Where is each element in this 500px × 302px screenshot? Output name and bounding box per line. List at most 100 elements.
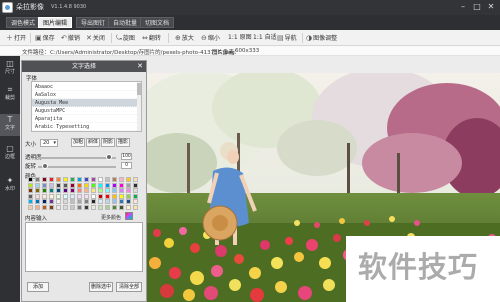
- list-item-selected[interactable]: Augusta Mee: [32, 99, 141, 107]
- color-swatch[interactable]: [42, 177, 47, 182]
- rail-item-border[interactable]: ▢ 边框: [0, 143, 20, 165]
- color-swatch[interactable]: [105, 177, 110, 182]
- color-swatch[interactable]: [91, 182, 96, 188]
- close-image-button[interactable]: ✕关闭: [86, 33, 105, 43]
- text-content-input[interactable]: [25, 222, 143, 272]
- color-swatch[interactable]: [133, 182, 138, 188]
- color-swatch[interactable]: [84, 188, 89, 193]
- color-swatch[interactable]: [105, 204, 110, 210]
- color-swatch[interactable]: [119, 177, 124, 182]
- color-swatch[interactable]: [42, 193, 47, 199]
- tab-image-edit[interactable]: 图片编辑: [38, 17, 73, 28]
- color-swatch[interactable]: [42, 188, 47, 193]
- list-item[interactable]: Aparajita: [32, 115, 141, 123]
- color-swatch[interactable]: [112, 193, 117, 199]
- list-item[interactable]: AugustaMPC: [32, 107, 141, 115]
- color-swatch[interactable]: [91, 177, 96, 182]
- rail-item-text[interactable]: T 文字: [0, 114, 20, 136]
- tab-color-mode[interactable]: 调色模式: [6, 17, 41, 28]
- color-swatch[interactable]: [56, 204, 61, 210]
- rotate-button[interactable]: ⤿旋图: [116, 33, 135, 43]
- color-swatch[interactable]: [35, 204, 40, 210]
- color-swatch[interactable]: [126, 204, 131, 210]
- color-swatch[interactable]: [70, 188, 75, 193]
- italic-button[interactable]: 斜体: [86, 138, 100, 147]
- color-swatch[interactable]: [84, 177, 89, 182]
- color-swatch[interactable]: [42, 182, 47, 188]
- color-swatch[interactable]: [28, 182, 33, 188]
- color-swatch[interactable]: [84, 193, 89, 199]
- color-swatch[interactable]: [49, 199, 54, 204]
- color-swatch[interactable]: [98, 177, 103, 182]
- rotate-value[interactable]: 0: [121, 162, 132, 169]
- color-swatch[interactable]: [28, 204, 33, 210]
- color-swatch[interactable]: [84, 199, 89, 204]
- rail-item-crop[interactable]: ⌗ 裁剪: [0, 84, 20, 106]
- color-swatch[interactable]: [126, 199, 131, 204]
- color-swatch[interactable]: [119, 193, 124, 199]
- bold-button[interactable]: 加粗: [71, 138, 85, 147]
- color-swatch[interactable]: [98, 188, 103, 193]
- color-swatch[interactable]: [91, 199, 96, 204]
- color-swatch[interactable]: [77, 177, 82, 182]
- color-swatch[interactable]: [49, 204, 54, 210]
- color-swatch[interactable]: [91, 193, 96, 199]
- image-adjust-button[interactable]: ◑图像调整: [306, 33, 337, 43]
- color-swatch[interactable]: [63, 193, 68, 199]
- color-swatch[interactable]: [49, 177, 54, 182]
- outline-button[interactable]: 描影: [116, 138, 130, 147]
- color-swatch[interactable]: [70, 204, 75, 210]
- color-swatch[interactable]: [105, 193, 110, 199]
- close-icon[interactable]: ✕: [137, 61, 143, 72]
- rotate-slider-thumb[interactable]: [41, 163, 48, 169]
- tab-export[interactable]: 导出图钉: [76, 17, 111, 28]
- color-swatch[interactable]: [133, 177, 138, 182]
- opacity-value[interactable]: 100: [121, 153, 132, 160]
- color-swatch[interactable]: [105, 188, 110, 193]
- color-swatch[interactable]: [84, 204, 89, 210]
- color-swatch[interactable]: [28, 199, 33, 204]
- color-swatch[interactable]: [77, 199, 82, 204]
- color-swatch[interactable]: [56, 199, 61, 204]
- color-swatch[interactable]: [98, 204, 103, 210]
- color-swatch[interactable]: [105, 199, 110, 204]
- color-swatch[interactable]: [119, 199, 124, 204]
- list-item[interactable]: Arabic Typesetting: [32, 123, 141, 131]
- save-button[interactable]: ▣保存: [35, 33, 55, 43]
- color-swatch[interactable]: [133, 193, 138, 199]
- color-swatch[interactable]: [35, 188, 40, 193]
- close-window-icon[interactable]: ✕: [484, 1, 498, 13]
- minimize-icon[interactable]: –: [456, 1, 470, 13]
- shadow-button[interactable]: 阴影: [101, 138, 115, 147]
- undo-button[interactable]: ↶撤销: [61, 33, 80, 43]
- color-swatch[interactable]: [119, 182, 124, 188]
- open-button[interactable]: ＋打开: [6, 33, 26, 43]
- color-swatch[interactable]: [63, 182, 68, 188]
- color-swatch[interactable]: [77, 193, 82, 199]
- color-swatch[interactable]: [91, 204, 96, 210]
- clear-all-button[interactable]: 清除全部: [116, 282, 142, 292]
- color-swatch[interactable]: [126, 182, 131, 188]
- color-swatch[interactable]: [133, 199, 138, 204]
- color-swatch[interactable]: [105, 182, 110, 188]
- color-swatch[interactable]: [126, 193, 131, 199]
- color-swatch[interactable]: [126, 188, 131, 193]
- list-item[interactable]: AaSalox: [32, 91, 141, 99]
- color-swatch[interactable]: [28, 188, 33, 193]
- color-swatch[interactable]: [77, 204, 82, 210]
- color-swatch[interactable]: [56, 193, 61, 199]
- color-swatch[interactable]: [84, 182, 89, 188]
- color-swatch[interactable]: [77, 188, 82, 193]
- fit-size-button[interactable]: 1:1 自适: [253, 33, 277, 43]
- color-swatch[interactable]: [42, 204, 47, 210]
- opacity-slider[interactable]: [38, 157, 116, 159]
- color-swatch[interactable]: [112, 182, 117, 188]
- delete-selected-button[interactable]: 删除选中: [89, 282, 113, 292]
- maximize-icon[interactable]: □: [470, 1, 484, 13]
- color-swatch[interactable]: [49, 193, 54, 199]
- scrollbar-thumb[interactable]: [137, 83, 141, 95]
- color-swatch[interactable]: [35, 177, 40, 182]
- color-swatch[interactable]: [56, 177, 61, 182]
- color-swatch[interactable]: [70, 193, 75, 199]
- rail-item-watermark[interactable]: ✦ 水印: [0, 175, 20, 197]
